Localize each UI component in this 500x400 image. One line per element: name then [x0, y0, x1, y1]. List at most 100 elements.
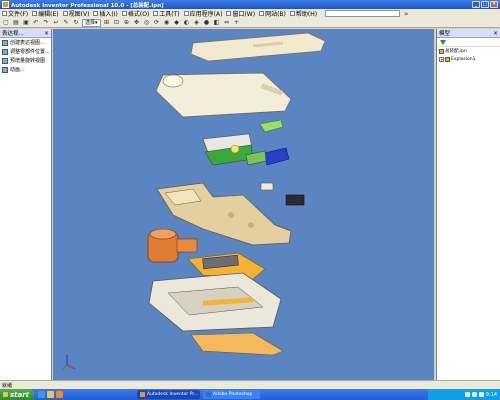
close-button[interactable]: ×	[490, 1, 498, 8]
color-icon[interactable]: ●	[203, 19, 211, 27]
open-icon[interactable]: ▤	[12, 19, 20, 27]
menu-web[interactable]: 网站(B)	[259, 9, 286, 18]
shaded-display-icon[interactable]: ◆	[173, 19, 181, 27]
tree-explosion[interactable]: + Explosion1	[437, 55, 500, 63]
maximize-button[interactable]: □	[481, 1, 489, 8]
rotate-icon[interactable]: ⟳	[153, 19, 161, 27]
expand-toggle-icon[interactable]: +	[439, 56, 444, 62]
browser-close-icon[interactable]: ×	[493, 30, 498, 37]
menu-tools[interactable]: 工具(T)	[153, 9, 180, 18]
exploded-assembly-view[interactable]	[53, 29, 434, 380]
format-icon	[121, 11, 127, 16]
menu-format[interactable]: 格式(O)	[121, 9, 149, 18]
zoom-selected-icon[interactable]: ◎	[143, 19, 151, 27]
camera-icon[interactable]: ◈	[193, 19, 201, 27]
panel-bar-header[interactable]: 表达视... ×	[0, 29, 51, 38]
inventor-icon	[140, 392, 145, 397]
tray-volume-icon[interactable]	[471, 392, 477, 397]
applications-icon	[183, 11, 189, 16]
menu-window[interactable]: 窗口(W)	[226, 9, 255, 18]
shadow-icon[interactable]: ◐	[183, 19, 191, 27]
redo-icon[interactable]: ↷	[42, 19, 50, 27]
part-green-clip[interactable]	[259, 119, 284, 133]
tray-input-icon[interactable]	[478, 392, 484, 397]
part-connector[interactable]	[260, 182, 274, 191]
web-icon	[259, 11, 265, 16]
part-motor[interactable]	[147, 228, 198, 263]
panel-bar: 表达视... × 创建表达视图... 调整零部件位置... 预增量旋转视图 动画…	[0, 29, 52, 380]
tray-network-icon[interactable]	[464, 392, 470, 397]
task-photoshop[interactable]: Adobe Photoshop	[203, 390, 260, 399]
system-tray: 9:14	[428, 389, 500, 400]
add-toolbar-icon[interactable]: +	[233, 19, 241, 27]
rotate-view-icon	[2, 57, 8, 64]
minimize-button[interactable]: _	[472, 1, 480, 8]
precise-rotate-command[interactable]: 预增量旋转视图	[0, 56, 51, 65]
window-icon	[226, 11, 232, 16]
insert-icon	[93, 11, 99, 16]
file-icon	[2, 11, 7, 16]
media-icon[interactable]	[56, 391, 63, 398]
task-inventor[interactable]: Autodesk Inventor Pr...	[137, 390, 200, 399]
new-icon[interactable]: ▢	[2, 19, 10, 27]
menu-edit[interactable]: 编辑(E)	[32, 9, 59, 18]
part-top-cover[interactable]	[190, 32, 326, 62]
tools-icon	[153, 11, 159, 16]
window-titlebar: Autodesk Inventor Professional 10.0 - [总…	[0, 0, 500, 9]
sketch-icon[interactable]: ✎	[62, 19, 70, 27]
section-icon[interactable]: ◧	[213, 19, 221, 27]
create-view-command[interactable]: 创建表达视图...	[0, 38, 51, 47]
pan-icon[interactable]: ✥	[133, 19, 141, 27]
zoom-window-icon[interactable]: ⊡	[113, 19, 121, 27]
part-pcb-module[interactable]	[202, 133, 290, 166]
view-icon	[62, 11, 68, 16]
menubar: 文件(F) 编辑(E) 视图(V) 插入(I) 格式(O) 工具(T) 应用程序…	[0, 9, 500, 18]
animate-command[interactable]: 动画...	[0, 65, 51, 74]
axis-triad-icon	[61, 355, 76, 371]
windows-taskbar: start Autodesk Inventor Pr... Adobe Phot…	[0, 389, 500, 400]
standard-toolbar: ▢ ▤ ▣ ↶ ↷ ↵ ✎ ↻ 选择 ▾ ⊞ ⊡ ⊕ ✥ ◎ ⟳ ◉ ◆ ◐ ◈ …	[0, 18, 500, 28]
menu-help[interactable]: 帮助(H)	[289, 9, 317, 18]
app-icon	[2, 1, 9, 8]
filter-icon[interactable]	[440, 39, 446, 45]
filter-row	[437, 38, 500, 47]
menu-view[interactable]: 视图(V)	[62, 9, 89, 18]
look-at-icon[interactable]: ◉	[163, 19, 171, 27]
desktop-icon[interactable]	[47, 391, 54, 398]
tweak-components-command[interactable]: 调整零部件位置...	[0, 47, 51, 56]
part-battery-clip[interactable]	[285, 194, 305, 206]
zoom-icon[interactable]: ⊕	[123, 19, 131, 27]
return-icon[interactable]: ↵	[52, 19, 60, 27]
status-text: 就绪	[2, 382, 13, 389]
help-search-input[interactable]	[325, 10, 401, 17]
graphics-viewport[interactable]	[53, 29, 434, 380]
panel-close-icon[interactable]: ×	[44, 30, 49, 37]
measure-icon[interactable]: ⇔	[223, 19, 231, 27]
save-icon[interactable]: ▣	[22, 19, 30, 27]
menu-insert[interactable]: 插入(I)	[93, 9, 118, 18]
select-dropdown[interactable]: 选择 ▾	[82, 18, 101, 27]
window-title: Autodesk Inventor Professional 10.0 - [总…	[11, 2, 164, 9]
tree-root[interactable]: 总装配.ipn	[437, 47, 500, 55]
start-button[interactable]: start	[0, 389, 34, 400]
edit-icon	[32, 11, 38, 16]
part-bottom-strip[interactable]	[190, 332, 284, 356]
browser-panel: 模型 × 总装配.ipn + Explosion1	[436, 29, 500, 380]
start-logo-icon	[3, 392, 8, 397]
quick-launch	[38, 391, 63, 398]
menu-overflow[interactable]: »	[404, 10, 408, 18]
update-icon[interactable]: ↻	[72, 19, 80, 27]
undo-icon[interactable]: ↶	[32, 19, 40, 27]
help-icon	[289, 11, 295, 16]
menu-applications[interactable]: 应用程序(A)	[183, 9, 222, 18]
status-bar: 就绪	[0, 380, 500, 389]
part-lower-shell[interactable]	[148, 272, 282, 332]
part-upper-shell[interactable]	[155, 72, 292, 118]
zoom-all-icon[interactable]: ⊞	[103, 19, 111, 27]
browser-icon[interactable]	[38, 391, 45, 398]
explosion-icon	[445, 56, 450, 62]
clock: 9:14	[485, 391, 497, 398]
menu-file[interactable]: 文件(F)	[2, 9, 28, 18]
browser-header[interactable]: 模型 ×	[437, 29, 500, 38]
create-view-icon	[2, 39, 8, 46]
